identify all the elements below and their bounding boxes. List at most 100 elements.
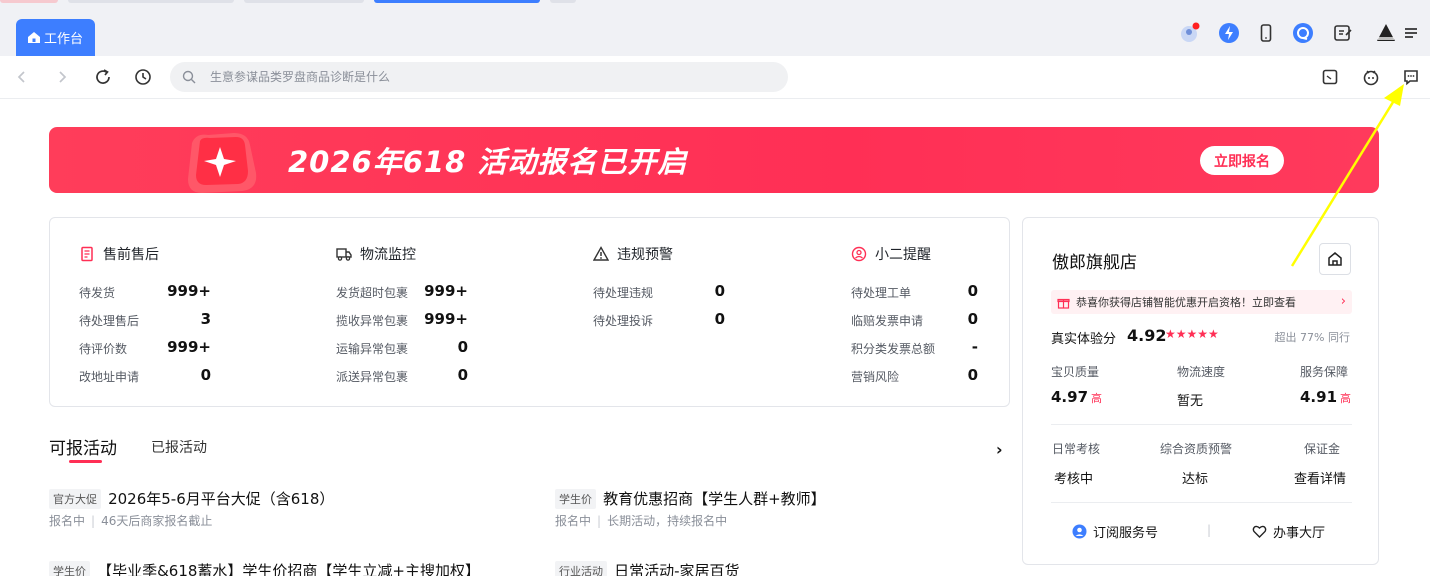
stat-row[interactable]: 积分类发票总额 (851, 338, 947, 358)
address-search-bar[interactable] (170, 62, 788, 92)
register-now-button[interactable]: 立即报名 (1200, 146, 1284, 175)
high-tag: 高 (1340, 392, 1352, 405)
stat-row[interactable]: 派送异常包裹 (336, 366, 432, 386)
stat-value[interactable]: 999+ (167, 338, 211, 356)
activities-more-icon[interactable]: › (996, 440, 1010, 459)
tab-available-activities[interactable]: 可报活动 (49, 434, 117, 459)
navigation-bar (0, 56, 1430, 99)
gift-icon (1057, 298, 1070, 309)
stat-row[interactable]: 待评价数 (79, 338, 175, 358)
message-icon[interactable] (1401, 67, 1421, 87)
check-value-daily[interactable]: 考核中 (1054, 468, 1093, 487)
stat-value[interactable]: 999+ (424, 310, 468, 328)
activity-item[interactable]: 学生价 【毕业季&618蓄水】学生价招商【学生立减+主搜加权】 (49, 560, 480, 576)
assistant-bot-icon[interactable] (1361, 67, 1381, 87)
tab-workbench-label: 工作台 (44, 32, 84, 47)
rating-stars: ★★★★★ (1165, 327, 1219, 341)
activity-status: 报名中 (49, 514, 86, 528)
stat-row[interactable]: 揽收异常包裹 (336, 310, 432, 330)
activity-tag: 学生价 (49, 560, 90, 576)
stat-value[interactable]: 0 (968, 310, 978, 328)
stat-value[interactable]: 0 (715, 282, 725, 300)
service-hall-link[interactable]: 办事大厅 (1252, 522, 1325, 541)
shop-logo-icon[interactable] (1374, 22, 1398, 44)
address-search-input[interactable] (210, 70, 730, 84)
stat-section-header[interactable]: 小二提醒 (851, 244, 931, 264)
forward-icon[interactable] (52, 67, 72, 87)
stat-value[interactable]: 0 (715, 310, 725, 328)
stat-value[interactable]: - (972, 338, 978, 356)
stat-row[interactable]: 发货超时包裹 (336, 282, 432, 302)
lightning-icon[interactable] (1218, 22, 1240, 44)
stat-label: 揽收异常包裹 (336, 313, 409, 328)
stat-row[interactable]: 营销风险 (851, 366, 947, 386)
activity-item[interactable]: 官方大促 2026年5-6月平台大促（含618） 报名中 | 46天后商家报名截止 (49, 488, 334, 528)
stat-section-title: 小二提醒 (875, 247, 931, 263)
check-label-daily: 日常考核 (1052, 442, 1101, 456)
stat-label: 待处理工单 (851, 285, 912, 300)
stat-value[interactable]: 0 (968, 366, 978, 384)
history-icon[interactable] (133, 67, 153, 87)
home-icon (28, 32, 40, 43)
sparkle-badge-icon (188, 133, 257, 193)
stat-row[interactable]: 待发货 (79, 282, 175, 302)
check-value-qualification[interactable]: 达标 (1182, 468, 1208, 487)
stat-value[interactable]: 3 (201, 310, 211, 328)
stat-row[interactable]: 待处理售后 (79, 310, 175, 330)
stat-row[interactable]: 待处理违规 (593, 282, 689, 302)
activity-title[interactable]: 教育优惠招商【学生人群+教师】 (603, 490, 826, 508)
stat-value[interactable]: 0 (968, 282, 978, 300)
stat-section-header[interactable]: 售前售后 (79, 244, 159, 264)
avatar-notification-icon[interactable] (1179, 22, 1201, 44)
promo-text: 恭喜你获得店铺智能优惠开启资格！立即查看 (1076, 296, 1296, 309)
stat-value[interactable]: 0 (201, 366, 211, 384)
menu-icon[interactable] (1400, 22, 1422, 44)
activity-title[interactable]: 【毕业季&618蓄水】学生价招商【学生立减+主搜加权】 (97, 562, 480, 576)
mobile-icon[interactable] (1255, 22, 1277, 44)
stat-row[interactable]: 运输异常包裹 (336, 338, 432, 358)
shop-home-button[interactable] (1319, 243, 1351, 275)
edit-note-icon[interactable] (1332, 22, 1354, 44)
metric-value-quality: 4.97 高 (1051, 388, 1102, 406)
stat-section-title: 售前售后 (103, 247, 159, 263)
activity-title[interactable]: 2026年5-6月平台大促（含618） (108, 490, 334, 508)
partial-tab[interactable] (550, 0, 576, 3)
browser-tabstrip: 工作台 (0, 0, 1430, 56)
stat-row[interactable]: 待处理投诉 (593, 310, 689, 330)
stat-section-header[interactable]: 违规预警 (592, 244, 673, 264)
view-deposit-details-link[interactable]: 查看详情 (1294, 468, 1346, 487)
stat-row[interactable]: 临赔发票申请 (851, 310, 947, 330)
partial-tab[interactable] (0, 0, 58, 3)
stat-row[interactable]: 改地址申请 (79, 366, 175, 386)
experience-score-label: 真实体验分 (1051, 332, 1117, 347)
divider (1051, 424, 1352, 425)
screenshot-icon[interactable] (1320, 67, 1340, 87)
activity-title[interactable]: 日常活动-家居百货 (614, 562, 739, 576)
shop-name: 傲郎旗舰店 (1052, 253, 1137, 273)
smart-coupon-promo[interactable]: 恭喜你获得店铺智能优惠开启资格！立即查看 › (1051, 290, 1352, 314)
stat-row[interactable]: 待处理工单 (851, 282, 947, 302)
stat-value[interactable]: 0 (458, 338, 468, 356)
stat-section-header[interactable]: 物流监控 (336, 244, 416, 264)
activity-item[interactable]: 行业活动 日常活动-家居百货 (555, 560, 740, 576)
metric-number: 4.97 (1051, 388, 1089, 406)
partial-tab[interactable] (244, 0, 364, 3)
document-icon (79, 246, 95, 262)
tab-registered-activities[interactable]: 已报活动 (151, 437, 207, 457)
subscribe-service-link[interactable]: 订阅服务号 (1072, 522, 1158, 541)
promo-banner[interactable]: 2026年618 活动报名已开启 立即报名 (49, 127, 1379, 193)
tab-workbench[interactable]: 工作台 (16, 19, 95, 56)
stat-value[interactable]: 999+ (167, 282, 211, 300)
back-icon[interactable] (12, 67, 32, 87)
metric-value-service: 4.91 高 (1300, 388, 1351, 406)
check-label-qualification: 综合资质预警 (1160, 442, 1233, 456)
refresh-icon[interactable] (93, 67, 113, 87)
heart-handshake-icon (1252, 525, 1267, 538)
stat-value[interactable]: 0 (458, 366, 468, 384)
partial-tab-active[interactable] (374, 0, 540, 3)
activity-item[interactable]: 学生价 教育优惠招商【学生人群+教师】 报名中 | 长期活动，持续报名中 (555, 488, 826, 528)
partial-tab[interactable] (68, 0, 234, 3)
support-icon[interactable] (1292, 22, 1314, 44)
home-icon (1328, 252, 1342, 266)
stat-value[interactable]: 999+ (424, 282, 468, 300)
